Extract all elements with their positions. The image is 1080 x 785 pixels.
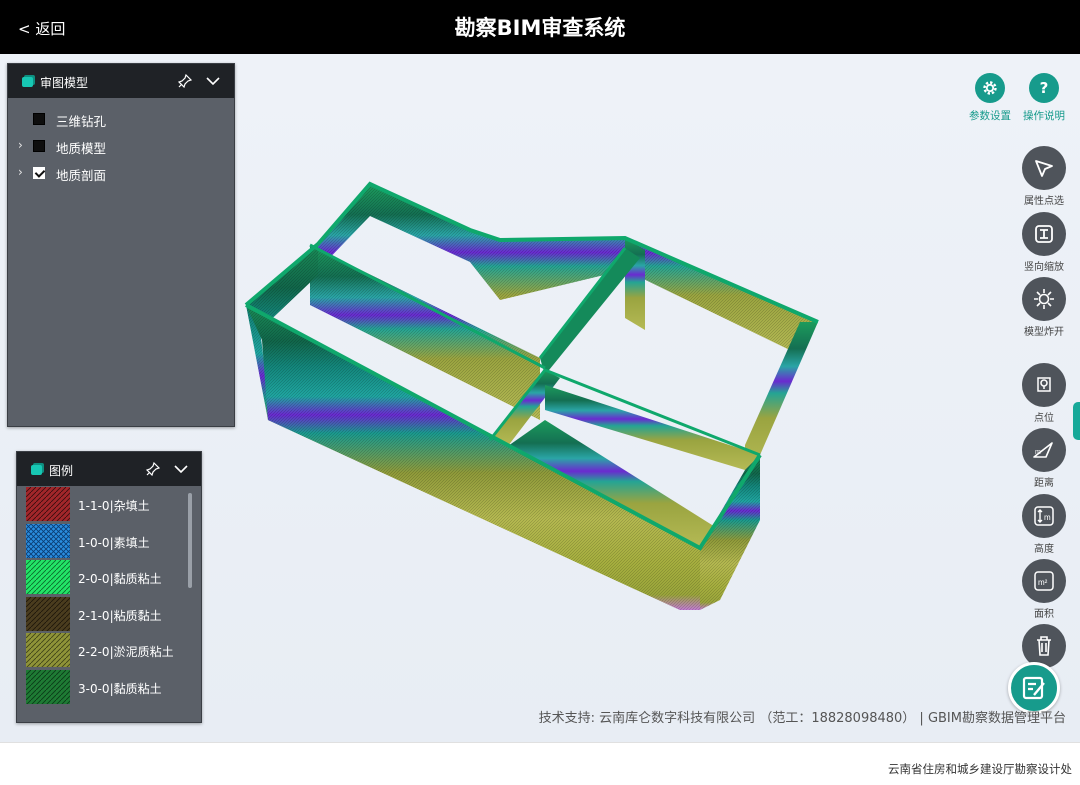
help-label: 操作说明: [1023, 110, 1065, 122]
legend-scrollbar[interactable]: [188, 493, 192, 588]
vertical-scale-label: 竖向缩放: [1024, 262, 1064, 273]
height-glyph: m: [1044, 513, 1051, 522]
model-tree-panel: 审图模型 三维钻孔 › 地质模型 › 地质剖面: [7, 63, 235, 427]
footer: 云南省住房和城乡建设厅勘察设计处: [0, 742, 1080, 785]
area-icon: m²: [1022, 559, 1066, 603]
legend-item: 1-1-0|杂填土: [17, 486, 201, 523]
area-label: 面积: [1034, 609, 1054, 620]
legend-label: 1-0-0|素填土: [78, 535, 150, 550]
point-button[interactable]: 点位: [1014, 363, 1074, 424]
tree-item-label: 三维钻孔: [56, 114, 107, 129]
model-panel-header: 审图模型: [8, 64, 234, 98]
distance-glyph: m: [1035, 449, 1041, 456]
model-tree: 三维钻孔 › 地质模型 › 地质剖面: [8, 98, 234, 187]
map-pin-icon: [1022, 363, 1066, 407]
footer-text: 云南省住房和城乡建设厅勘察设计处: [888, 762, 1072, 776]
legend-label: 2-2-0|淤泥质粘土: [78, 645, 174, 659]
cube-icon: [22, 77, 33, 87]
expand-arrow-icon[interactable]: ›: [18, 138, 23, 152]
help-glyph: ?: [1039, 79, 1049, 97]
legend-label: 2-0-0|黏质粘土: [78, 572, 162, 586]
help-button[interactable]: ? 操作说明: [1014, 73, 1074, 123]
help-icon: ?: [1029, 73, 1059, 103]
vertical-scale-button[interactable]: 竖向缩放: [1014, 212, 1074, 273]
chevron-down-icon[interactable]: [206, 74, 220, 88]
area-button[interactable]: m² 面积: [1014, 559, 1074, 620]
point-label: 点位: [1034, 413, 1054, 424]
legend-swatch: [26, 596, 70, 631]
legend-item: 1-0-0|素填土: [17, 523, 201, 560]
tree-item-label: 地质剖面: [56, 168, 107, 183]
cube-icon: [31, 465, 42, 475]
tree-item-label: 地质模型: [56, 141, 107, 156]
legend-panel-title: 图例: [49, 464, 74, 478]
gear-icon: [975, 73, 1005, 103]
page-title: 勘察BIM审查系统: [454, 16, 626, 40]
legend-item: 2-1-0|粘质黏土: [17, 596, 201, 633]
checkbox-checked[interactable]: [33, 167, 45, 179]
legend-panel-header: 图例: [17, 452, 201, 486]
legend-swatch: [26, 523, 70, 558]
model-explode-label: 模型炸开: [1024, 327, 1064, 338]
checkbox[interactable]: [33, 140, 45, 152]
pin-icon[interactable]: [177, 73, 193, 89]
side-collapse-tab[interactable]: [1073, 402, 1080, 440]
legend-item: 3-0-0|黏质粘土: [17, 669, 201, 706]
legend-swatch: [26, 560, 70, 594]
distance-label: 距离: [1034, 478, 1054, 489]
tree-item-geo-model[interactable]: › 地质模型: [8, 133, 234, 160]
legend-swatch: [26, 669, 70, 704]
tree-item-boreholes[interactable]: 三维钻孔: [8, 106, 234, 133]
distance-button[interactable]: m 距离: [1014, 428, 1074, 489]
pin-icon[interactable]: [145, 461, 161, 477]
cursor-arrow-icon: [1022, 146, 1066, 190]
top-bar: < 返回 勘察BIM审查系统: [0, 0, 1080, 54]
legend-list[interactable]: 1-1-0|杂填土 1-0-0|素填土 2-0-0|黏质粘土 2-1-0|粘质黏…: [17, 486, 201, 720]
settings-button[interactable]: 参数设置: [960, 73, 1020, 123]
expand-arrow-icon[interactable]: ›: [18, 165, 23, 179]
legend-label: 1-1-0|杂填土: [78, 499, 150, 513]
attribute-select-button[interactable]: 属性点选: [1014, 146, 1074, 207]
legend-item: 2-2-0|淤泥质粘土: [17, 632, 201, 669]
back-button[interactable]: < 返回: [18, 18, 65, 39]
model-explode-button[interactable]: 模型炸开: [1014, 277, 1074, 338]
tree-item-geo-section[interactable]: › 地质剖面: [8, 160, 234, 187]
height-button[interactable]: m 高度: [1014, 494, 1074, 555]
legend-label: 2-1-0|粘质黏土: [78, 608, 162, 623]
legend-label: 3-0-0|黏质粘土: [78, 681, 162, 696]
tech-support-text: 技术支持: 云南库仑数字科技有限公司 （范工：18828098480） | GB…: [538, 711, 1066, 726]
delete-button[interactable]: [1014, 624, 1074, 668]
chevron-down-icon[interactable]: [174, 462, 188, 476]
attribute-select-label: 属性点选: [1024, 196, 1064, 207]
legend-item: 2-0-0|黏质粘土: [17, 559, 201, 596]
explode-icon: [1022, 277, 1066, 321]
area-glyph: m²: [1038, 578, 1048, 587]
legend-swatch: [26, 633, 70, 667]
edit-note-icon: [1022, 676, 1045, 700]
height-label: 高度: [1034, 544, 1054, 555]
distance-icon: m: [1022, 428, 1066, 472]
height-icon: m: [1022, 494, 1066, 538]
legend-swatch: [26, 487, 70, 521]
legend-panel: 图例 1-1-0|杂填土 1-0-0|素填土 2-0-0|黏质粘土 2-1-0|…: [16, 451, 202, 723]
vertical-scale-icon: [1022, 212, 1066, 256]
model-panel-title: 审图模型: [40, 76, 89, 90]
settings-label: 参数设置: [969, 110, 1011, 122]
checkbox[interactable]: [33, 113, 45, 125]
